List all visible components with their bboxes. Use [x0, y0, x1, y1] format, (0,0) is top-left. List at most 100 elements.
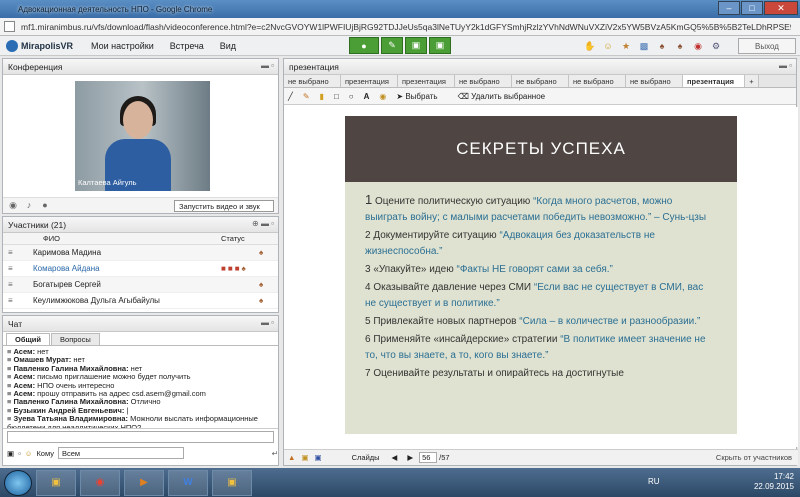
prev-slide-icon[interactable]: ◀: [392, 453, 398, 462]
start-video-label: Запустить видео и звук: [179, 201, 260, 211]
tab-questions[interactable]: Вопросы: [51, 333, 100, 345]
folder-icon[interactable]: ▣: [301, 453, 308, 462]
camera-icon[interactable]: ◉: [7, 200, 19, 212]
col-status[interactable]: Статус: [221, 234, 245, 243]
drag-handle-icon[interactable]: ≡: [3, 264, 33, 273]
add-participant-icon[interactable]: ⊕ ▬ ▫: [252, 219, 274, 228]
menu-settings[interactable]: Мои настройки: [91, 41, 154, 51]
recipient-select[interactable]: Всем: [57, 447, 184, 459]
conference-header: Конференция ▬ ▫: [3, 59, 278, 75]
slide-tab[interactable]: презентация: [398, 75, 455, 87]
close-button[interactable]: ✕: [764, 1, 798, 15]
slide-tab[interactable]: не выбрано: [284, 75, 341, 87]
window-title: Адвокационная деятельность НПО - Google …: [18, 4, 213, 14]
slide-item: 6 Применяйте «инсайдерские» стратегии “В…: [365, 334, 706, 361]
user-list-icon[interactable]: ♠: [672, 38, 688, 54]
hide-from-participants-button[interactable]: Скрыть от участников: [716, 453, 792, 462]
marker-tool-icon[interactable]: ▮: [320, 92, 324, 101]
slide-tab[interactable]: не выбрано: [626, 75, 683, 87]
drag-handle-icon[interactable]: ≡: [3, 280, 33, 289]
address-bar[interactable]: mf1.miranimbus.ru/vfs/download/flash/vid…: [0, 18, 800, 36]
url-text[interactable]: mf1.miranimbus.ru/vfs/download/flash/vid…: [21, 22, 791, 32]
chat-header: Чат ▬ ▫: [3, 316, 278, 332]
participant-name: Каримова Мадина: [33, 248, 102, 257]
smile-icon[interactable]: ☺: [25, 449, 33, 458]
slide-canvas[interactable]: СЕКРЕТЫ УСПЕХА 1 Оцените политическую си…: [284, 107, 798, 447]
drag-handle-icon[interactable]: ≡: [3, 248, 33, 257]
slide-tab[interactable]: не выбрано: [569, 75, 626, 87]
word-taskbar-icon[interactable]: W: [168, 469, 208, 496]
select-tool[interactable]: ➤ Выбрать: [396, 92, 447, 101]
page-total: /57: [439, 453, 450, 462]
window-title-bar: Адвокационная деятельность НПО - Google …: [0, 0, 800, 18]
participant-name: Кеулимжюкова Дульга Агыбайулы: [33, 296, 160, 305]
start-button[interactable]: [4, 469, 32, 496]
start-video-button[interactable]: Запустить видео и звук: [174, 200, 274, 212]
explorer-taskbar-icon[interactable]: ▣: [36, 469, 76, 496]
participant-row[interactable]: ≡ Комарова Айдана ■ ■ ■ ♠: [3, 261, 278, 277]
delete-selected-tool[interactable]: ⌫ Удалить выбранное: [458, 92, 556, 101]
maximize-button[interactable]: □: [741, 1, 763, 15]
participants-header: Участники (21) ⊕ ▬ ▫: [3, 217, 278, 233]
language-indicator[interactable]: RU: [648, 477, 660, 486]
slide-tab[interactable]: не выбрано: [455, 75, 512, 87]
panel-controls-icon[interactable]: ▬ ▫: [261, 61, 274, 70]
save-icon[interactable]: ▣: [7, 449, 14, 458]
send-icon[interactable]: ↵: [272, 449, 278, 458]
page-icon: [4, 21, 15, 32]
hand-icon[interactable]: ✋: [582, 38, 598, 54]
clock[interactable]: 17:42 22.09.2015: [754, 472, 794, 492]
slide-tab[interactable]: не выбрано: [512, 75, 569, 87]
slide-tab[interactable]: презентация: [341, 75, 398, 87]
smile-icon[interactable]: ☺: [600, 38, 616, 54]
save-icon[interactable]: ▣: [315, 453, 322, 462]
present-button[interactable]: ▣: [405, 37, 427, 54]
page-input[interactable]: 56: [419, 452, 438, 463]
participant-name: Богатырев Сергей: [33, 280, 101, 289]
panel-controls-icon[interactable]: ▬ ▫: [261, 318, 274, 327]
record-icon[interactable]: ◉: [690, 38, 706, 54]
chart-icon[interactable]: ▩: [636, 38, 652, 54]
participant-row[interactable]: ≡ Каримова Мадина ♠: [3, 245, 278, 261]
mic-icon[interactable]: ●: [39, 200, 51, 212]
clear-icon[interactable]: ▫: [18, 449, 21, 458]
recipient-value: Всем: [61, 448, 81, 458]
settings-icon[interactable]: ⚙: [708, 38, 724, 54]
to-label: Кому: [36, 448, 54, 458]
slide-tab-active[interactable]: презентация: [683, 75, 745, 87]
upload-icon[interactable]: ▲: [288, 453, 295, 462]
participant-row[interactable]: ≡ Богатырев Сергей ♠: [3, 277, 278, 293]
microphone-button[interactable]: ●: [349, 37, 379, 54]
minimize-button[interactable]: –: [718, 1, 740, 15]
drag-handle-icon[interactable]: ≡: [3, 296, 33, 305]
fill-tool-icon[interactable]: ◉: [379, 92, 386, 101]
folder-taskbar-icon[interactable]: ▣: [212, 469, 252, 496]
app-logo: MirapolisVR: [6, 39, 74, 52]
ellipse-tool-icon[interactable]: ○: [349, 92, 354, 101]
conference-panel: Конференция ▬ ▫ Калтаева Айгуль ◉ ♪ ● Зап…: [2, 58, 279, 214]
rectangle-tool-icon[interactable]: □: [334, 92, 339, 101]
applause-icon[interactable]: ★: [618, 38, 634, 54]
col-name[interactable]: ФИО: [43, 234, 221, 243]
text-tool-icon[interactable]: A: [364, 92, 370, 101]
media-taskbar-icon[interactable]: ▶: [124, 469, 164, 496]
logo-text: MirapolisVR: [21, 40, 74, 51]
chrome-taskbar-icon[interactable]: ◉: [80, 469, 120, 496]
chat-title: Чат: [8, 318, 23, 329]
pen-tool-button[interactable]: ✎: [381, 37, 403, 54]
exit-button[interactable]: Выход: [738, 38, 796, 54]
speaker-icon[interactable]: ♪: [23, 200, 35, 212]
tab-general[interactable]: Общий: [6, 333, 51, 345]
line-tool-icon[interactable]: ╱: [288, 92, 293, 101]
next-slide-icon[interactable]: ▶: [407, 453, 413, 462]
add-tab-button[interactable]: +: [745, 75, 759, 87]
menu-view[interactable]: Вид: [220, 41, 236, 51]
menu-meeting[interactable]: Встреча: [170, 41, 204, 51]
panel-controls-icon[interactable]: ▬ ▫: [779, 61, 792, 70]
chat-input[interactable]: [7, 431, 274, 443]
participant-row[interactable]: ≡ Кеулимжюкова Дульга Агыбайулы ♠: [3, 293, 278, 309]
slide-item: 4 Оказывайте давление через СМИ “Если ва…: [365, 282, 704, 309]
user-icon[interactable]: ♠: [654, 38, 670, 54]
pencil-tool-icon[interactable]: ✎: [303, 92, 310, 101]
screen-share-button[interactable]: ▣: [429, 37, 451, 54]
